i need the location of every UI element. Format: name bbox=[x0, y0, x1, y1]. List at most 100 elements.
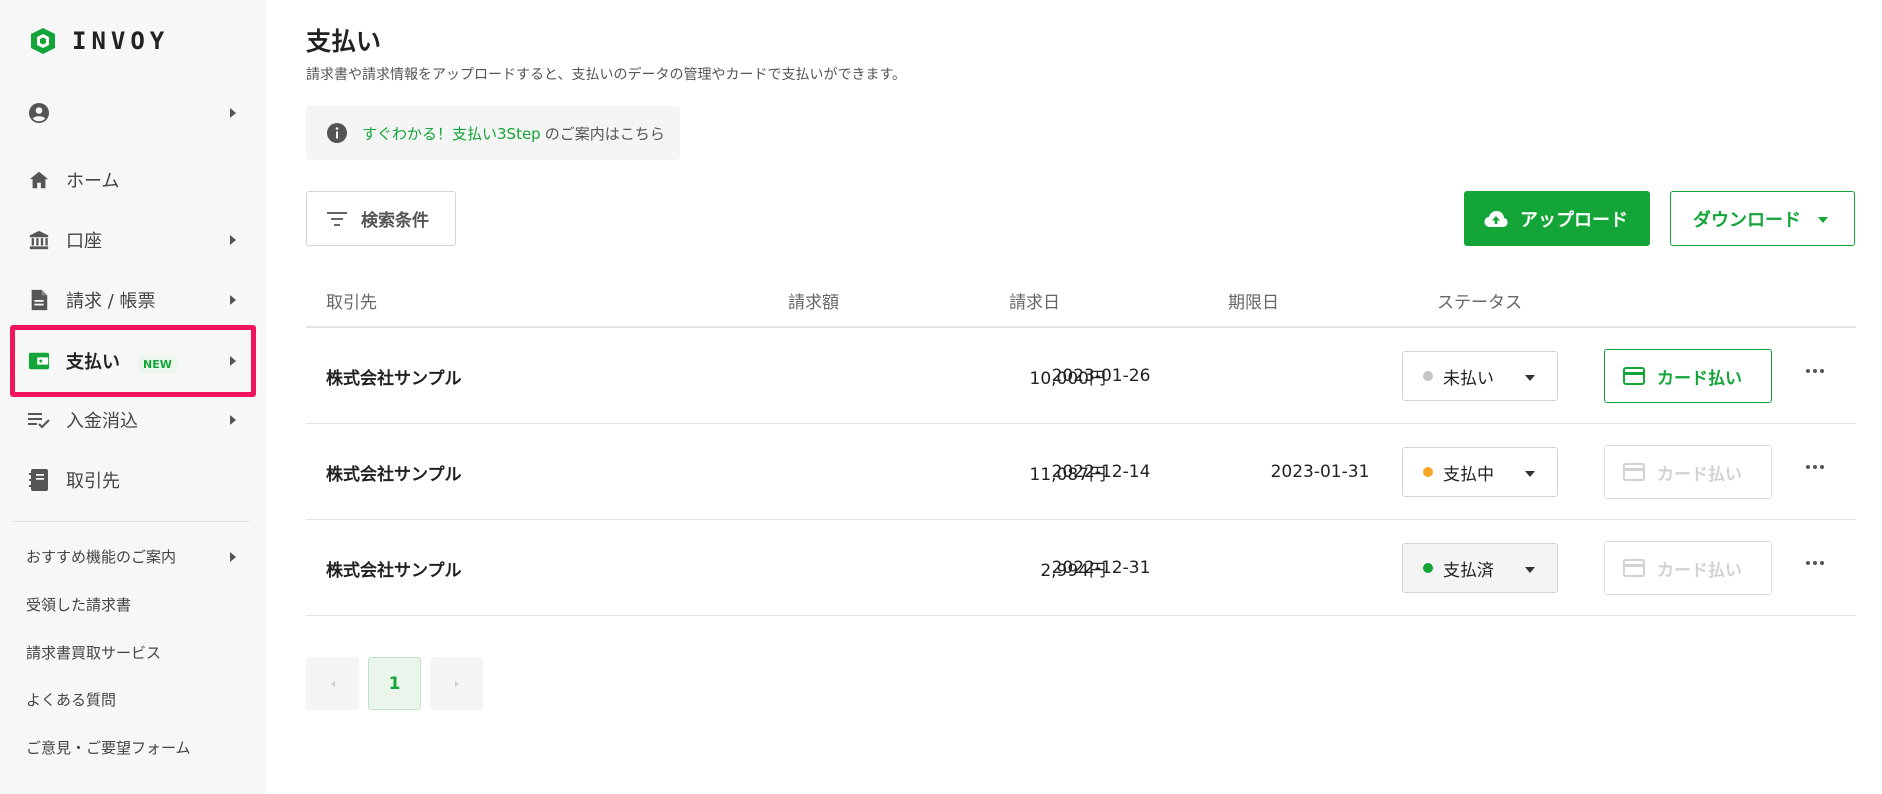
card-payment-label: カード払い bbox=[1657, 368, 1742, 389]
pagination-prev-button[interactable] bbox=[306, 657, 359, 710]
sidebar-item-label: 取引先 bbox=[66, 471, 120, 492]
bank-icon bbox=[26, 227, 52, 253]
caret-down-icon bbox=[1818, 217, 1828, 223]
user-circle-icon bbox=[26, 100, 52, 126]
column-header-amount: 請求額 bbox=[788, 293, 839, 313]
filter-icon bbox=[327, 211, 347, 226]
sidebar: INVOY ホーム 口座 請求 / 帳票 支払い NEW 入金消込 取引先 おす… bbox=[0, 0, 266, 794]
sidebar-item-label: 請求 / 帳票 bbox=[66, 291, 156, 312]
status-dropdown[interactable]: 支払済 bbox=[1402, 543, 1558, 593]
info-3step-link[interactable]: すぐわかる！支払い3Step bbox=[362, 123, 541, 144]
download-button-label: ダウンロード bbox=[1693, 209, 1801, 231]
sidebar-item-invoices[interactable]: 請求 / 帳票 bbox=[10, 270, 256, 330]
table-row[interactable]: 株式会社サンプル 2,994円 2022-12-31 支払済 カード払い bbox=[306, 520, 1856, 616]
table-row[interactable]: 株式会社サンプル 10,000円 2023-01-26 未払い カード払い bbox=[306, 328, 1856, 424]
credit-card-icon bbox=[1623, 559, 1645, 577]
card-payment-label: カード払い bbox=[1657, 464, 1742, 485]
wallet-icon bbox=[26, 348, 52, 374]
link-feedback-form[interactable]: ご意見・ご要望フォーム bbox=[26, 737, 191, 758]
sidebar-item-partners[interactable]: 取引先 bbox=[10, 450, 256, 510]
invoy-logo-icon bbox=[31, 28, 55, 54]
chevron-right-icon bbox=[230, 295, 236, 305]
column-header-invoice-date: 請求日 bbox=[1009, 293, 1060, 313]
card-payment-button[interactable]: カード払い bbox=[1604, 349, 1772, 403]
link-recommended-features[interactable]: おすすめ機能のご案内 bbox=[26, 546, 176, 567]
status-label: 支払済 bbox=[1443, 560, 1494, 581]
payments-table: 取引先 請求額 請求日 期限日 ステータス 株式会社サンプル 10,000円 2… bbox=[306, 272, 1856, 616]
chevron-right-icon bbox=[230, 235, 236, 245]
account-menu[interactable] bbox=[10, 83, 256, 143]
table-row[interactable]: 株式会社サンプル 11,087円 2022-12-14 2023-01-31 支… bbox=[306, 424, 1856, 520]
upload-button[interactable]: アップロード bbox=[1464, 191, 1650, 246]
sidebar-item-bank[interactable]: 口座 bbox=[10, 210, 256, 270]
vendor-name: 株式会社サンプル bbox=[326, 464, 462, 485]
invoice-date: 2022-12-14 bbox=[1051, 462, 1151, 482]
brand-name: INVOY bbox=[72, 27, 170, 55]
vendor-name: 株式会社サンプル bbox=[326, 368, 462, 389]
new-badge: NEW bbox=[138, 356, 177, 373]
sidebar-item-label: 入金消込 bbox=[66, 411, 138, 432]
page-title: 支払い bbox=[306, 27, 382, 56]
chevron-right-icon bbox=[230, 552, 236, 562]
vendor-name: 株式会社サンプル bbox=[326, 560, 462, 581]
caret-down-icon bbox=[1525, 375, 1535, 381]
status-dot bbox=[1423, 371, 1433, 381]
checklist-icon bbox=[26, 407, 52, 433]
status-dot bbox=[1423, 467, 1433, 477]
chevron-left-icon bbox=[330, 680, 335, 687]
document-icon bbox=[26, 287, 52, 313]
pagination-next-button[interactable] bbox=[430, 657, 483, 710]
download-button[interactable]: ダウンロード bbox=[1670, 191, 1855, 246]
sidebar-item-label: ホーム bbox=[66, 171, 120, 192]
filter-button[interactable]: 検索条件 bbox=[306, 191, 456, 246]
chevron-right-icon bbox=[454, 680, 459, 687]
chevron-right-icon bbox=[230, 356, 236, 366]
due-date: 2023-01-31 bbox=[1270, 462, 1370, 482]
credit-card-icon bbox=[1623, 463, 1645, 481]
sidebar-item-home[interactable]: ホーム bbox=[10, 150, 256, 210]
chevron-right-icon bbox=[230, 415, 236, 425]
info-icon bbox=[327, 123, 347, 143]
upload-button-label: アップロード bbox=[1520, 209, 1628, 231]
due-date bbox=[1210, 328, 1430, 424]
sidebar-item-payments[interactable]: 支払い NEW bbox=[10, 325, 256, 397]
pagination-page-1[interactable]: 1 bbox=[368, 657, 421, 710]
more-options-icon[interactable] bbox=[1800, 460, 1830, 474]
status-dot bbox=[1423, 563, 1433, 573]
due-date bbox=[1210, 520, 1430, 616]
more-options-icon[interactable] bbox=[1800, 364, 1830, 378]
card-payment-button[interactable]: カード払い bbox=[1604, 445, 1772, 499]
sidebar-item-reconciliation[interactable]: 入金消込 bbox=[10, 390, 256, 450]
page-description: 請求書や請求情報をアップロードすると、支払いのデータの管理やカードで支払いができ… bbox=[306, 67, 907, 83]
home-icon bbox=[26, 167, 52, 193]
info-text: のご案内はこちら bbox=[544, 124, 665, 143]
column-header-vendor: 取引先 bbox=[326, 293, 377, 313]
logo[interactable]: INVOY bbox=[28, 26, 169, 56]
link-faq[interactable]: よくある質問 bbox=[26, 689, 116, 710]
status-dropdown[interactable]: 未払い bbox=[1402, 351, 1558, 401]
invoice-date: 2022-12-31 bbox=[1051, 558, 1151, 578]
caret-down-icon bbox=[1525, 471, 1535, 477]
info-banner: すぐわかる！支払い3Step のご案内はこちら bbox=[306, 106, 680, 160]
column-header-status: ステータス bbox=[1437, 293, 1522, 313]
table-header: 取引先 請求額 請求日 期限日 ステータス bbox=[306, 272, 1856, 328]
column-header-due-date: 期限日 bbox=[1228, 293, 1279, 313]
sidebar-item-label: 口座 bbox=[66, 231, 102, 252]
sidebar-item-label: 支払い bbox=[66, 352, 120, 373]
caret-down-icon bbox=[1525, 567, 1535, 573]
card-payment-label: カード払い bbox=[1657, 560, 1742, 581]
chevron-right-icon bbox=[230, 108, 236, 118]
invoice-date: 2023-01-26 bbox=[1051, 366, 1151, 386]
link-invoice-factoring[interactable]: 請求書買取サービス bbox=[26, 642, 161, 663]
contacts-book-icon bbox=[26, 467, 52, 493]
sidebar-divider bbox=[12, 521, 250, 522]
credit-card-icon bbox=[1623, 367, 1645, 385]
status-label: 未払い bbox=[1443, 368, 1494, 389]
cloud-upload-icon bbox=[1484, 210, 1508, 227]
link-received-invoices[interactable]: 受領した請求書 bbox=[26, 594, 131, 615]
status-label: 支払中 bbox=[1443, 464, 1494, 485]
filter-button-label: 検索条件 bbox=[361, 211, 429, 231]
status-dropdown[interactable]: 支払中 bbox=[1402, 447, 1558, 497]
more-options-icon[interactable] bbox=[1800, 556, 1830, 570]
card-payment-button[interactable]: カード払い bbox=[1604, 541, 1772, 595]
